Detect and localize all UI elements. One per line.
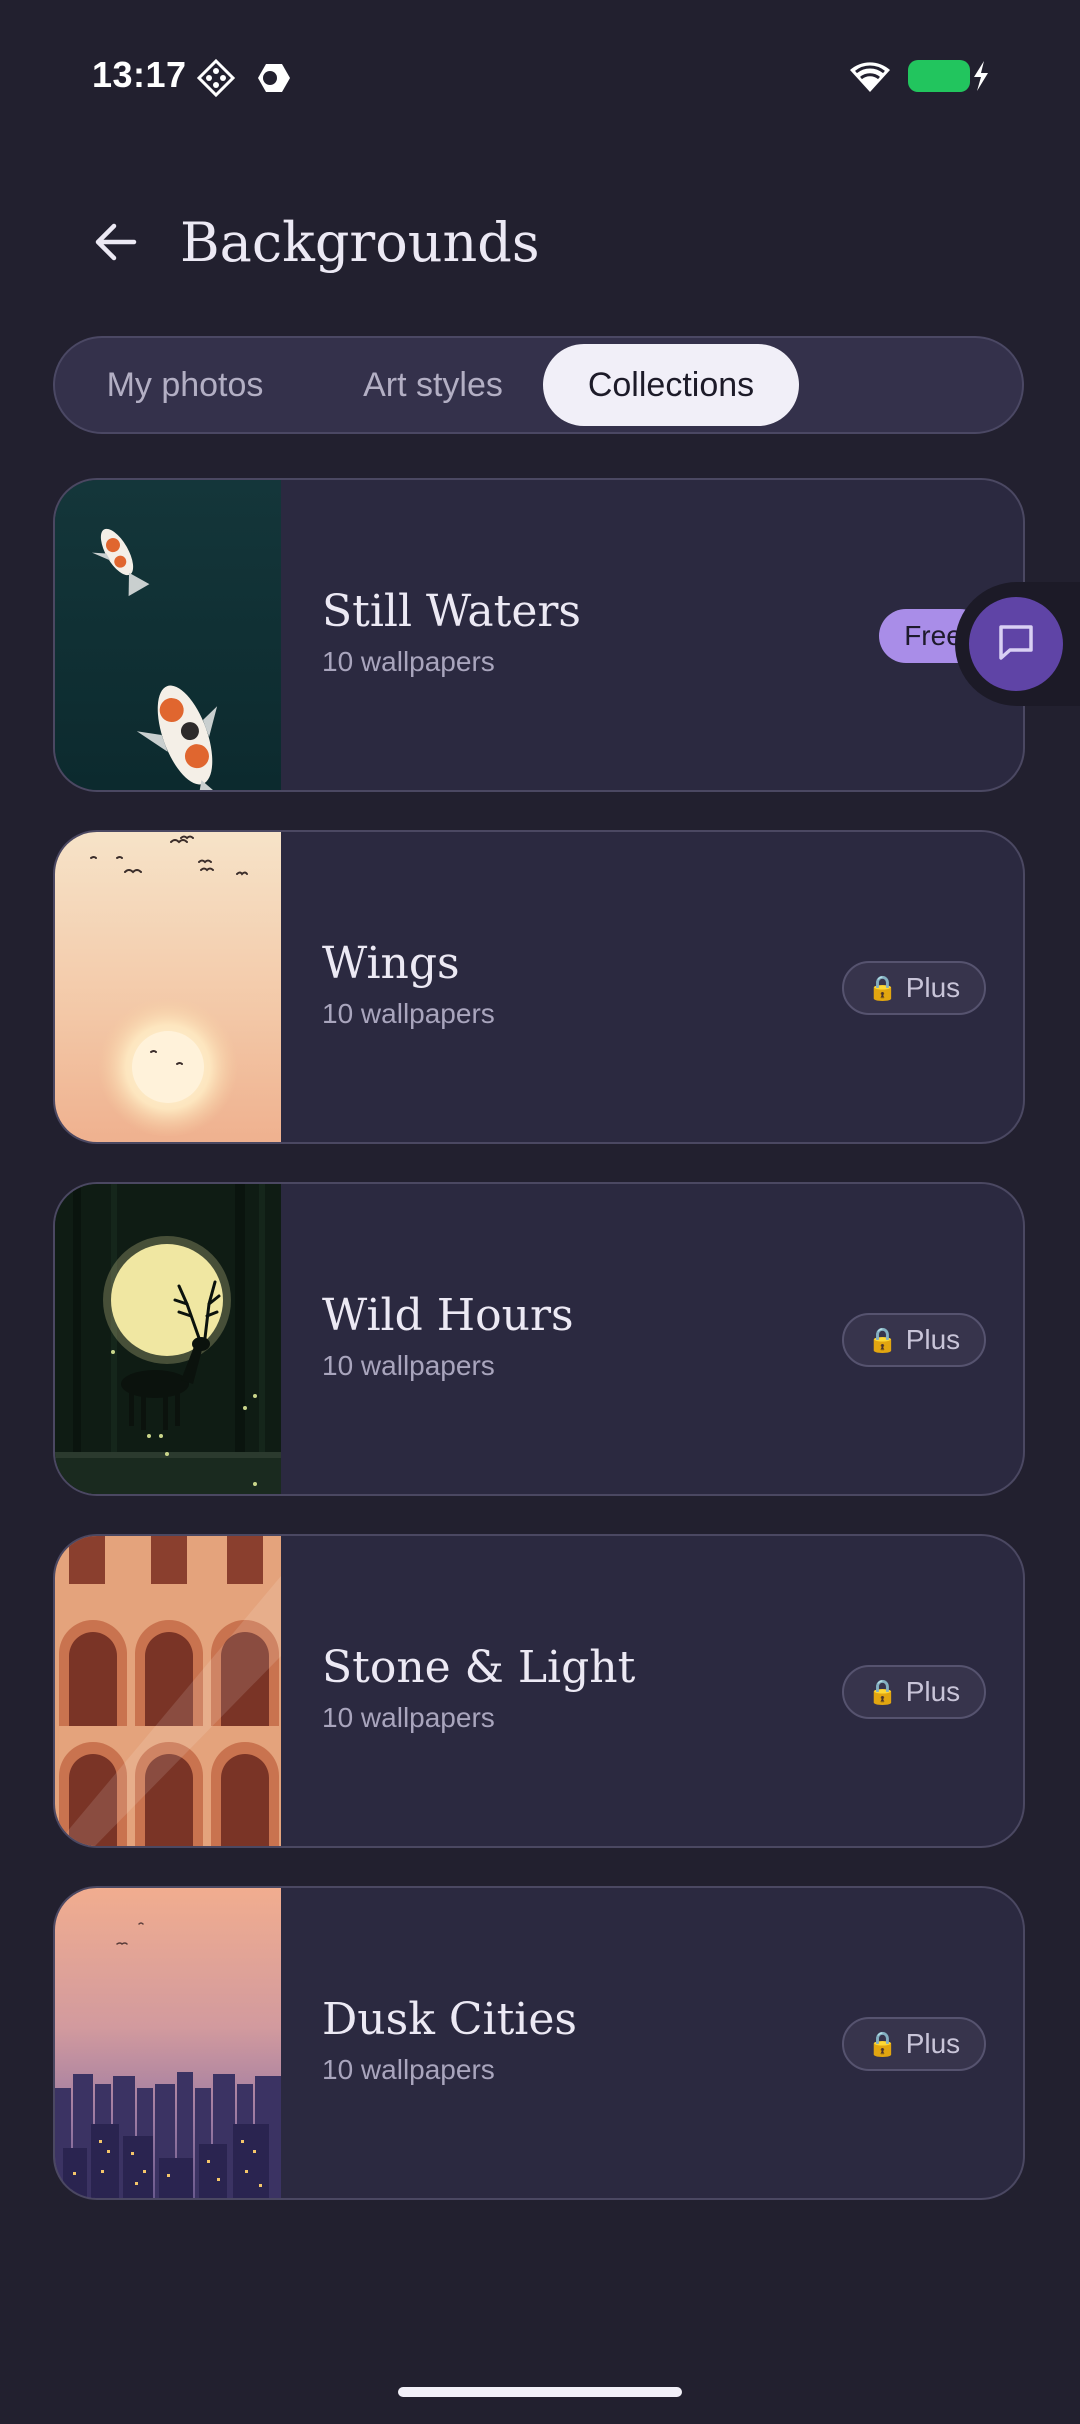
plus-badge-label: Plus [905, 1676, 961, 1707]
plus-badge: 🔒 Plus [842, 2017, 986, 2071]
tab-art-styles[interactable]: Art styles [333, 344, 533, 426]
collection-card-dusk-cities[interactable]: Dusk Cities 10 wallpapers 🔒 Plus [53, 1886, 1025, 2200]
status-bar: 13:17 [0, 0, 1080, 150]
stone-and-light-thumbnail [55, 1536, 281, 1846]
collection-card-stone-and-light[interactable]: Stone & Light 10 wallpapers 🔒 Plus [53, 1534, 1025, 1848]
collection-subtitle: 10 wallpapers [322, 2054, 495, 2085]
status-time: 13:17 [92, 54, 187, 95]
still-waters-thumbnail [55, 480, 281, 790]
lock-icon: 🔒 [867, 1326, 898, 1354]
home-indicator[interactable] [398, 2387, 682, 2397]
half-moon-icon [256, 62, 292, 94]
plus-badge: 🔒 Plus [842, 1665, 986, 1719]
collection-title: Wings [322, 938, 460, 989]
collection-title: Still Waters [322, 586, 581, 637]
collection-title: Wild Hours [322, 1290, 574, 1341]
wild-hours-thumbnail [55, 1184, 281, 1494]
collection-card-wings[interactable]: Wings 10 wallpapers 🔒 Plus [53, 830, 1025, 1144]
chat-bubble-icon [996, 622, 1036, 667]
lock-icon: 🔒 [867, 1678, 898, 1706]
collection-subtitle: 10 wallpapers [322, 1350, 495, 1381]
tab-my-photos[interactable]: My photos [95, 344, 275, 426]
lock-icon: 🔒 [867, 974, 898, 1002]
lock-icon: 🔒 [867, 2030, 898, 2058]
plus-badge-label: Plus [905, 972, 961, 1003]
collection-subtitle: 10 wallpapers [322, 998, 495, 1029]
feedback-button[interactable] [969, 597, 1063, 691]
page-title: Backgrounds [180, 211, 540, 274]
collection-subtitle: 10 wallpapers [322, 646, 495, 677]
wings-thumbnail [55, 832, 281, 1142]
collection-card-wild-hours[interactable]: Wild Hours 10 wallpapers 🔒 Plus [53, 1182, 1025, 1496]
collection-title: Dusk Cities [322, 1994, 577, 2045]
wifi-icon [846, 58, 894, 94]
back-button[interactable] [84, 212, 148, 276]
dusk-cities-thumbnail [55, 1888, 281, 2198]
plus-badge-label: Plus [905, 1324, 961, 1355]
arrow-left-icon [92, 218, 140, 271]
collection-subtitle: 10 wallpapers [322, 1702, 495, 1733]
tab-bar: My photos Art styles Collections [53, 336, 1024, 434]
diamond-grid-icon [196, 58, 236, 98]
plus-badge: 🔒 Plus [842, 961, 986, 1015]
feedback-button-container [955, 582, 1080, 706]
plus-badge-label: Plus [905, 2028, 961, 2059]
collection-title: Stone & Light [322, 1642, 636, 1693]
collection-card-still-waters[interactable]: Still Waters 10 wallpapers Free [53, 478, 1025, 792]
battery-charging-icon [906, 58, 990, 94]
plus-badge: 🔒 Plus [842, 1313, 986, 1367]
tab-collections[interactable]: Collections [543, 344, 799, 426]
